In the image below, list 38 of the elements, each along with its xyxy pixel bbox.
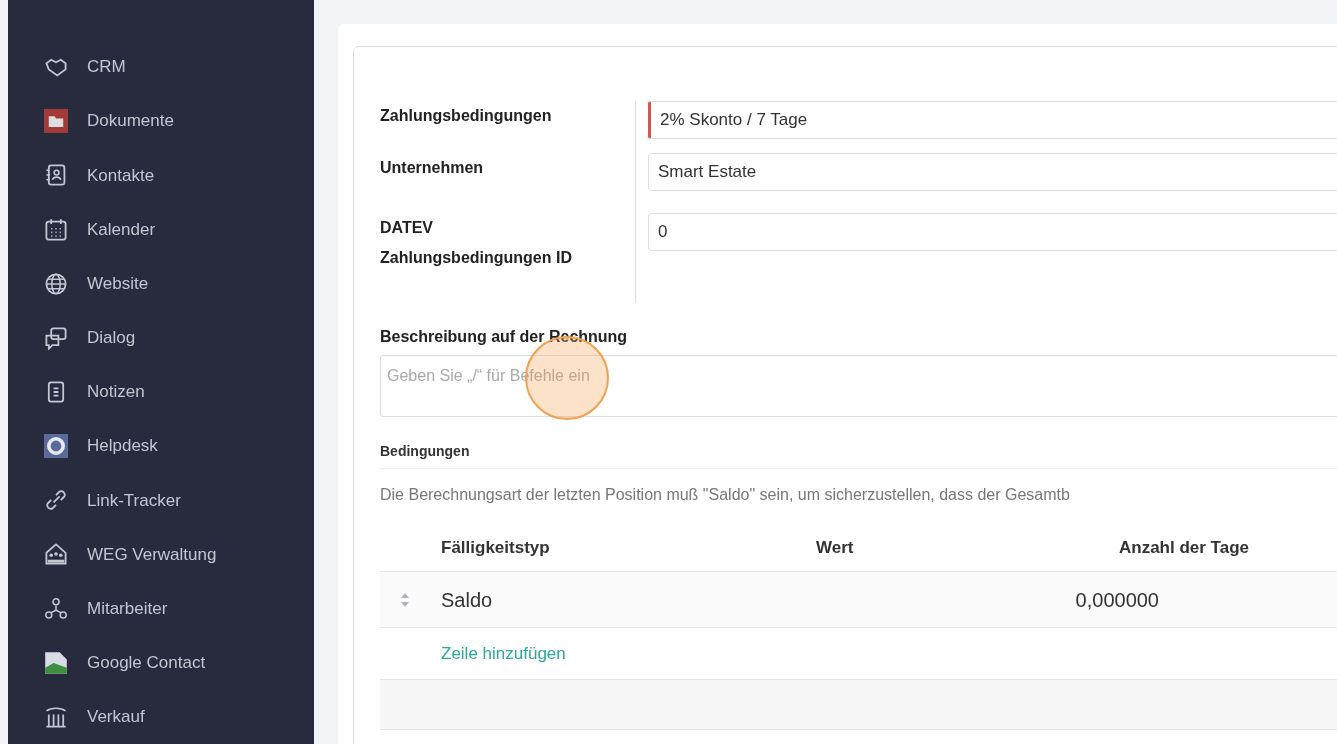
sidebar-item[interactable]: Link-Tracker [8, 473, 314, 528]
sidebar-item[interactable]: Kontakte [8, 148, 314, 203]
people-network-icon [44, 596, 68, 621]
field-label: DATEV Zahlungsbedingungen ID [380, 219, 572, 266]
sidebar-item[interactable]: Helpdesk [8, 419, 314, 474]
contact-book-icon [44, 163, 68, 188]
sidebar-item[interactable]: Mitarbeiter [8, 581, 314, 636]
globe-icon [44, 271, 68, 296]
sidebar-item[interactable]: Google Contact [8, 635, 314, 690]
sort-handle-icon[interactable] [400, 592, 410, 607]
field-label: Beschreibung auf der Rechnung [380, 327, 629, 347]
image-icon [44, 650, 68, 675]
input-field[interactable]: 0 [648, 213, 1337, 251]
chat-bubbles-icon [44, 325, 68, 350]
link-icon [44, 488, 68, 513]
sidebar-item[interactable]: CRM [8, 40, 314, 95]
field-label: Zahlungsbedingungen [380, 107, 552, 124]
house-people-icon [44, 542, 68, 567]
folder-icon [44, 109, 68, 134]
input-field[interactable]: Smart Estate [648, 153, 1337, 191]
sidebar-item[interactable]: Kalender [8, 202, 314, 257]
sidebar-item[interactable]: Verkauf [8, 689, 314, 744]
section-title: Bedingungen [380, 441, 1337, 469]
column-header: Fälligkeitstyp [441, 537, 551, 560]
sidebar-item[interactable]: WEG Verwaltung [8, 527, 314, 582]
sidebar-item[interactable]: Dokumente [8, 94, 314, 149]
field-label: Unternehmen [380, 159, 484, 176]
table-cell: 0,000000 [1075, 588, 1159, 611]
column-header: Wert [816, 537, 855, 560]
calendar-icon [44, 217, 68, 242]
sidebar-item[interactable]: Website [8, 256, 314, 311]
sidebar-item[interactable]: Notizen [8, 364, 314, 420]
help-text: Die Berechnungsart der letzten Position muß "Saldo" sein, um sicherzustellen, dass der Gesamtb [380, 485, 1071, 505]
column-header: Anzahl der Tage [1119, 537, 1251, 560]
sidebar-item[interactable]: Dialog [8, 310, 314, 365]
lifebuoy-icon [44, 434, 68, 459]
input-field[interactable]: 2% Skonto / 7 Tage [648, 101, 1337, 139]
table-cell: Saldo [441, 588, 493, 611]
